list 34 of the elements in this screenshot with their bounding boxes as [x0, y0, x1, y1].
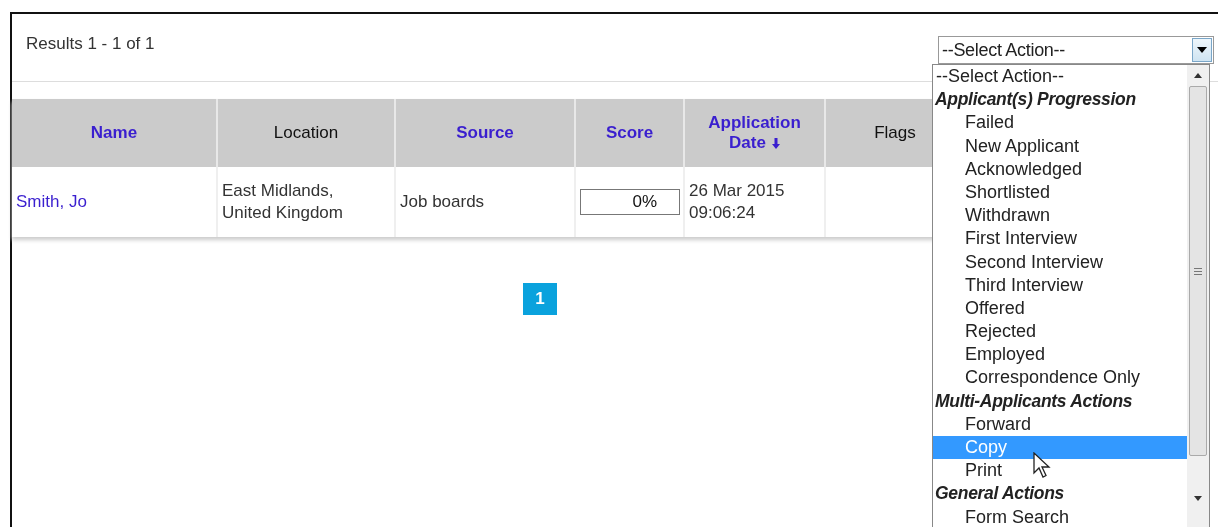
dropdown-option[interactable]: Print — [933, 459, 1187, 483]
dropdown-option[interactable]: Rejected — [933, 320, 1187, 344]
column-header: Location — [217, 99, 395, 167]
dropdown-option[interactable]: Form Search — [933, 505, 1187, 527]
column-header[interactable]: Source — [395, 99, 575, 167]
dropdown-option[interactable]: Third Interview — [933, 273, 1187, 297]
table-cell: East Midlands, United Kingdom — [222, 180, 343, 224]
column-header[interactable]: Score — [575, 99, 684, 167]
scroll-down-icon[interactable] — [1194, 496, 1202, 501]
column-header[interactable]: Name — [12, 99, 217, 167]
dropdown-option[interactable]: Withdrawn — [933, 204, 1187, 228]
grip-icon — [1194, 267, 1202, 275]
scrollbar-thumb[interactable] — [1189, 86, 1207, 456]
action-select[interactable]: --Select Action-- — [938, 36, 1214, 64]
option-group-label: General Actions — [934, 482, 1066, 506]
results-count: Results 1 - 1 of 1 — [26, 34, 155, 54]
dropdown-option[interactable]: --Select Action-- — [933, 65, 1187, 89]
scroll-up-icon[interactable] — [1194, 73, 1202, 78]
dropdown-option[interactable]: First Interview — [933, 227, 1187, 251]
table-cell: 26 Mar 2015 09:06:24 — [689, 180, 785, 224]
table-cell: Job boards — [400, 192, 485, 211]
score-field: 0% — [580, 189, 680, 215]
dropdown-option[interactable]: Second Interview — [933, 250, 1187, 274]
applicant-name-link[interactable]: Smith, Jo — [16, 192, 87, 211]
scrollbar[interactable] — [1187, 65, 1209, 527]
dropdown-option[interactable]: Correspondence Only — [933, 366, 1187, 390]
dropdown-option[interactable]: Employed — [933, 343, 1187, 367]
dropdown-option[interactable]: Forward — [933, 412, 1187, 436]
option-group-label: Multi-Applicants Actions — [934, 389, 1134, 413]
dropdown-option[interactable]: Shortlisted — [933, 180, 1187, 205]
column-header[interactable]: Application Date — [684, 99, 825, 167]
mouse-pointer-icon — [1033, 452, 1051, 478]
dropdown-option[interactable]: Offered — [933, 296, 1187, 321]
sort-arrow-icon — [771, 138, 780, 149]
